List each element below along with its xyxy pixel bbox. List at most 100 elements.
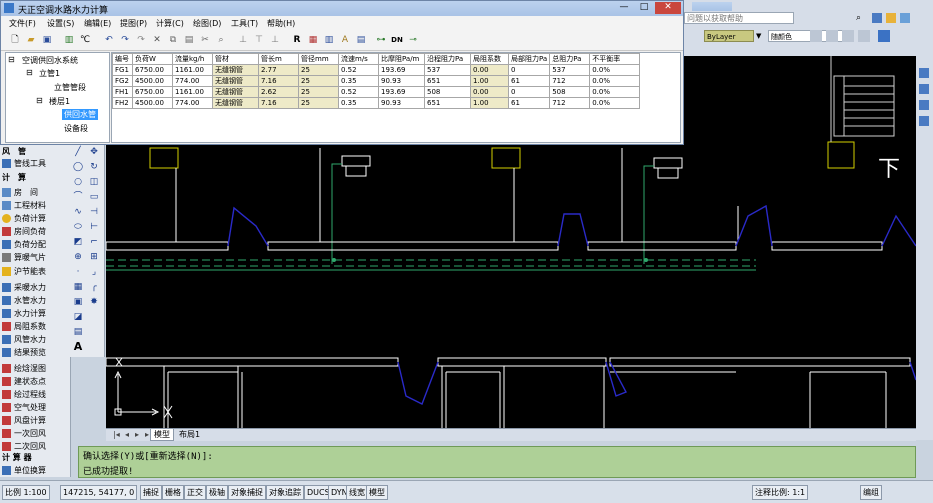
spline-tool-icon[interactable]: ∿ <box>72 207 84 218</box>
save-icon[interactable]: ▣ <box>41 34 53 46</box>
gradient-tool-icon[interactable]: ▣ <box>72 297 84 308</box>
menu-help[interactable]: 帮助(H) <box>267 18 295 29</box>
cell[interactable]: 0.0% <box>589 64 641 76</box>
cell[interactable]: 651 <box>424 75 471 87</box>
ellipse-tool-icon[interactable]: ⬭ <box>72 222 84 233</box>
cell[interactable]: 0.0% <box>589 97 641 109</box>
col-velocity[interactable]: 流速m/s <box>338 53 379 65</box>
r-icon[interactable]: R <box>291 34 303 46</box>
col-diameter[interactable]: 管径mm <box>298 53 339 65</box>
wind-calc[interactable]: 风盘计算 <box>2 415 46 426</box>
material[interactable]: 工程材料 <box>2 200 46 211</box>
view-icon-2[interactable] <box>919 84 929 94</box>
new-icon[interactable]: 🗋 <box>9 34 21 46</box>
tree-add-icon[interactable]: ⊤ <box>253 34 265 46</box>
cell[interactable]: 无缝钢管 <box>212 64 259 76</box>
scale-tool-icon[interactable]: ◫ <box>88 177 100 188</box>
col-specific-friction[interactable]: 比摩阻Pa/m <box>378 53 425 65</box>
section-calculator[interactable]: 计 算 器 <box>2 452 32 463</box>
tree-collapse-icon[interactable]: ⊟ <box>26 68 33 77</box>
cell[interactable]: 25 <box>298 97 339 109</box>
tree-node-supply-return[interactable]: 供回水管 <box>62 109 98 120</box>
col-length[interactable]: 管长m <box>258 53 299 65</box>
cell[interactable]: 61 <box>507 75 551 87</box>
radiator[interactable]: 算暖气片 <box>2 252 46 263</box>
pipe-icon[interactable]: ⊸ <box>407 34 419 46</box>
favorite-icon[interactable] <box>886 13 896 23</box>
insert-tool-icon[interactable]: ⊕ <box>72 252 84 263</box>
hatch-tool-icon[interactable]: ▦ <box>72 282 84 293</box>
break-tool-icon[interactable]: ⌐ <box>88 237 100 248</box>
render-icon[interactable] <box>878 30 890 42</box>
dialog-titlebar[interactable]: 天正空调水路水力计算 — □ ✕ <box>1 1 683 16</box>
cell[interactable]: FG1 <box>112 64 133 76</box>
cell[interactable]: 0.52 <box>338 86 379 98</box>
arc-tool-icon[interactable]: ⌒ <box>72 192 84 203</box>
table-row[interactable]: FG2 4500.00 774.00 无缝钢管 7.16 25 0.35 90.… <box>112 75 641 87</box>
copy-icon[interactable]: ⧉ <box>167 34 179 46</box>
cell[interactable]: 6750.00 <box>132 64 173 76</box>
rotate-tool-icon[interactable]: ↻ <box>88 162 100 173</box>
extend-tool-icon[interactable]: ⊢ <box>88 222 100 233</box>
cell[interactable]: FG2 <box>112 75 133 87</box>
view-icon-3[interactable] <box>919 100 929 110</box>
col-imbalance[interactable]: 不平衡率 <box>589 53 641 65</box>
cell[interactable]: 537 <box>549 64 591 76</box>
cell[interactable]: 712 <box>549 75 591 87</box>
cell[interactable]: FH2 <box>112 97 133 109</box>
table-icon[interactable]: ▦ <box>307 34 319 46</box>
toggle-lineweight[interactable]: 线宽 <box>346 485 368 500</box>
cell[interactable]: 712 <box>549 97 591 109</box>
cell[interactable]: 508 <box>424 86 471 98</box>
cell[interactable]: 0.35 <box>338 97 379 109</box>
delete-icon[interactable]: ✕ <box>151 34 163 46</box>
minimize-button[interactable]: — <box>615 2 633 14</box>
cell[interactable]: FH1 <box>112 86 133 98</box>
secondary-return[interactable]: 二次回风 <box>2 441 46 452</box>
col-friction-loss[interactable]: 沿程阻力Pa <box>424 53 471 65</box>
menu-file[interactable]: 文件(F) <box>9 18 36 29</box>
state-point[interactable]: 建状态点 <box>2 376 46 387</box>
cell[interactable]: 25 <box>298 64 339 76</box>
paste-icon[interactable]: ▤ <box>183 34 195 46</box>
scale-indicator[interactable]: 比例 1:100 <box>2 485 50 500</box>
air-treatment[interactable]: 空气处理 <box>2 402 46 413</box>
cell[interactable]: 2.77 <box>258 64 299 76</box>
maximize-button[interactable]: □ <box>635 2 653 14</box>
help-icon[interactable] <box>900 13 910 23</box>
cell[interactable]: 651 <box>424 97 471 109</box>
menu-tools[interactable]: 工具(T) <box>231 18 258 29</box>
cell[interactable]: 0.00 <box>470 64 509 76</box>
cell[interactable]: 0.0% <box>589 86 641 98</box>
cell[interactable]: 4500.00 <box>132 97 173 109</box>
unit-convert[interactable]: 单位换算 <box>2 465 46 476</box>
find-icon[interactable]: ⌕ <box>215 34 227 46</box>
hydraulic-calc[interactable]: 水力计算 <box>2 308 46 319</box>
section-calc[interactable]: 计 算 <box>2 172 26 183</box>
toggle-ortho[interactable]: 正交 <box>184 485 206 500</box>
cell[interactable]: 774.00 <box>172 75 213 87</box>
room[interactable]: 房 间 <box>2 187 38 198</box>
table-tool-icon[interactable]: ▤ <box>72 327 84 338</box>
cell[interactable]: 1161.00 <box>172 64 213 76</box>
tab-model[interactable]: 模型 <box>150 429 174 441</box>
menu-draw[interactable]: 绘图(D) <box>193 18 221 29</box>
text-icon[interactable]: A <box>339 34 351 46</box>
result-preview[interactable]: 结果预览 <box>2 347 46 358</box>
tree-node-floor[interactable]: 楼层1 <box>49 96 70 107</box>
tree-collapse-icon[interactable]: ⊟ <box>36 96 43 105</box>
close-button[interactable]: ✕ <box>655 2 681 14</box>
toggle-snap[interactable]: 捕捉 <box>140 485 162 500</box>
cube-icon-3[interactable] <box>842 30 854 42</box>
local-coef[interactable]: 局阻系数 <box>2 321 46 332</box>
col-material[interactable]: 管材 <box>212 53 259 65</box>
cell[interactable]: 61 <box>507 97 551 109</box>
text-tool-icon[interactable]: A <box>72 341 84 352</box>
room-load[interactable]: 房间负荷 <box>2 226 46 237</box>
heating-hydraulic[interactable]: 采暖水力 <box>2 282 46 293</box>
psychro-chart[interactable]: 绘焓湿图 <box>2 363 46 374</box>
col-load[interactable]: 负荷W <box>132 53 173 65</box>
process-line[interactable]: 绘过程线 <box>2 389 46 400</box>
report-icon[interactable]: ▤ <box>355 34 367 46</box>
cell[interactable]: 7.16 <box>258 97 299 109</box>
